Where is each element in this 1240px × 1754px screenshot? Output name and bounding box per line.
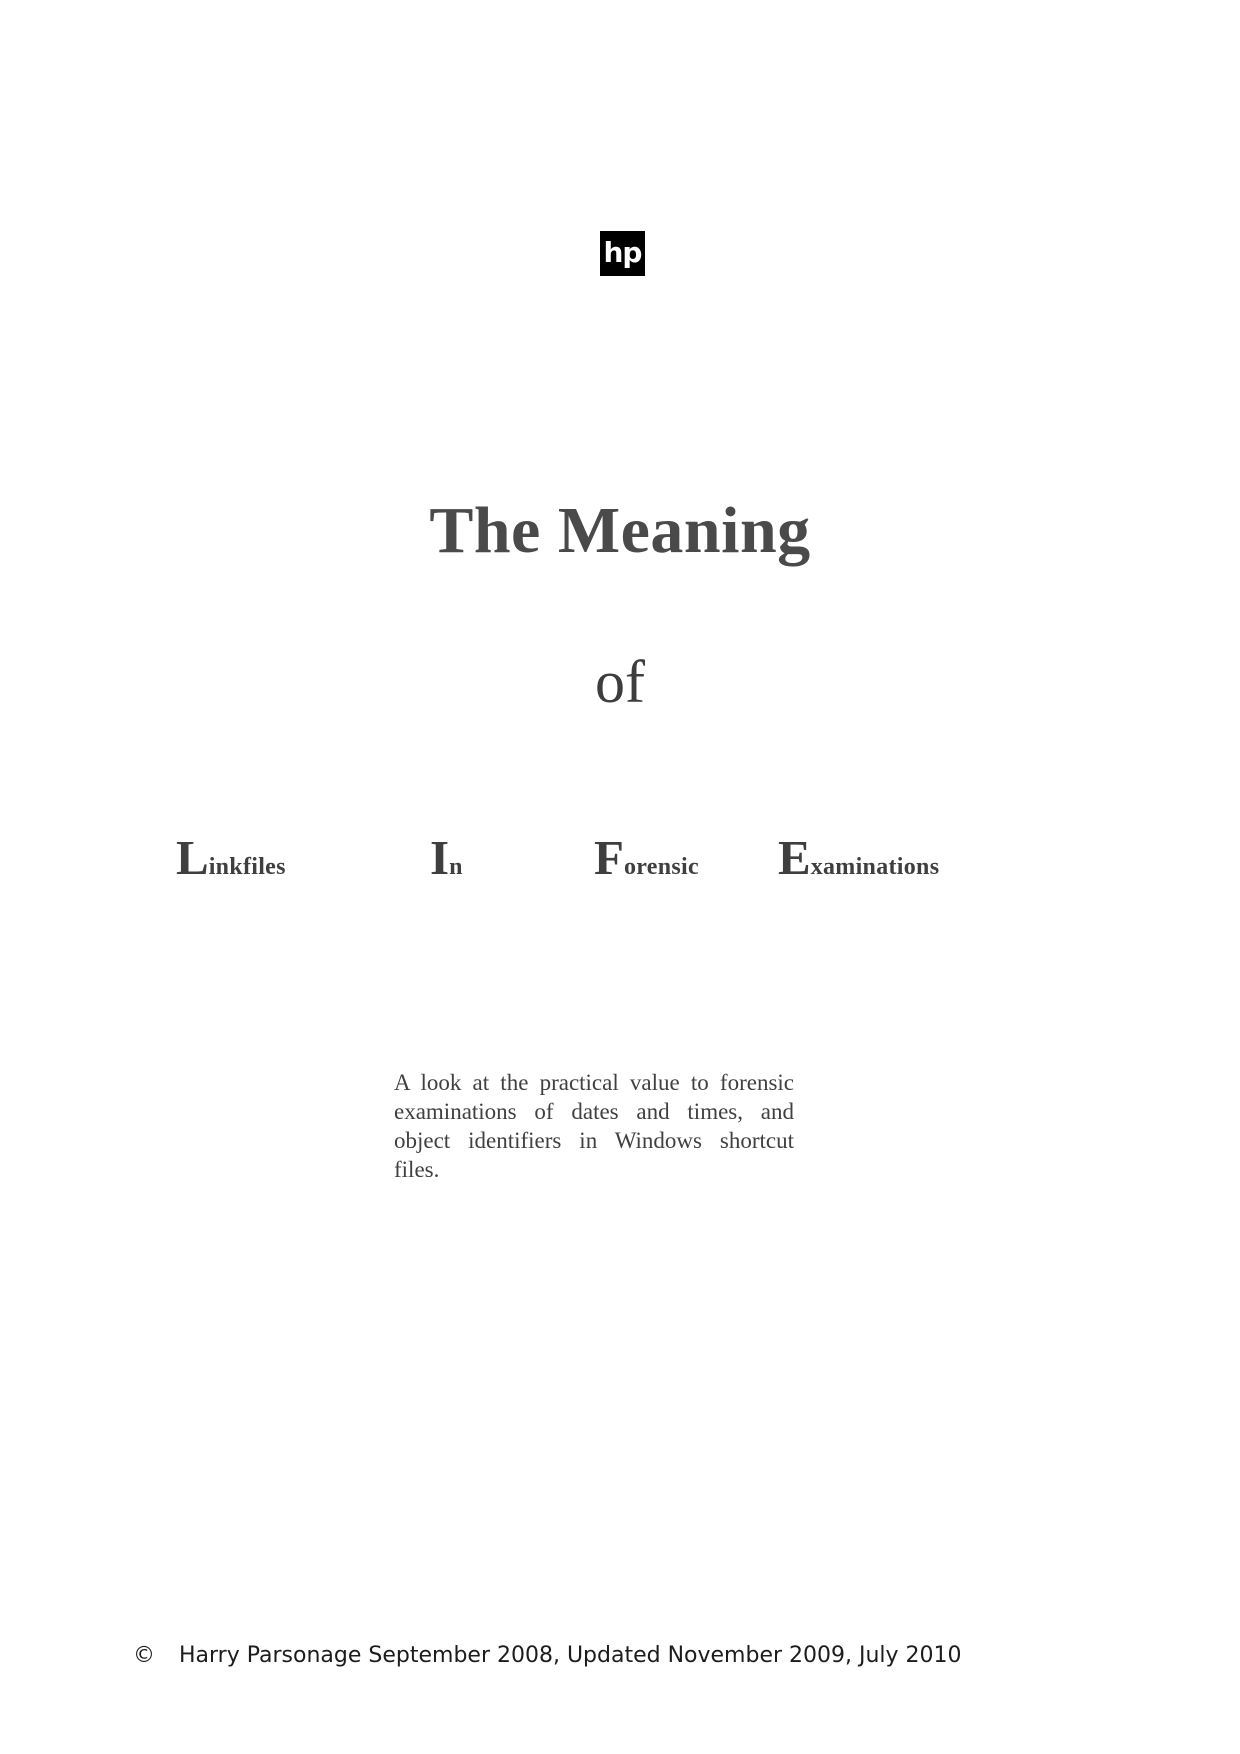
hp-logo-text: hp (603, 235, 643, 269)
title-page: hp The Meaning of Linkfiles In Forensic … (0, 0, 1240, 1754)
acronym-word-in: In (430, 833, 463, 882)
acronym-word-linkfiles: Linkfiles (176, 833, 286, 882)
acronym-initial-f: F (594, 830, 624, 885)
acronym-rest-examinations: xaminations (810, 854, 940, 880)
acronym-initial-l: L (176, 830, 209, 885)
acronym-initial-i: I (430, 830, 450, 885)
page-title-line-2: of (595, 649, 645, 715)
copyright-icon: © (133, 1643, 155, 1668)
acronym-rest-linkfiles: inkfiles (208, 854, 286, 880)
hp-logo: hp (600, 231, 645, 276)
acronym-word-forensic: Forensic (594, 833, 699, 882)
abstract-paragraph: A look at the practical value to forensi… (394, 1070, 794, 1182)
acronym-word-examinations: Examinations (778, 833, 939, 882)
footer-copyright: © Harry Parsonage September 2008, Updated… (133, 1645, 962, 1667)
acronym-rest-forensic: orensic (623, 854, 699, 880)
page-title-line-1: The Meaning (429, 494, 811, 567)
acronym-rest-in: n (449, 854, 463, 880)
acronym-initial-e: E (778, 830, 811, 885)
footer-copyright-text: Harry Parsonage September 2008, Updated … (179, 1643, 962, 1668)
acronym-expansion: Linkfiles In Forensic Examinations (176, 822, 1076, 882)
